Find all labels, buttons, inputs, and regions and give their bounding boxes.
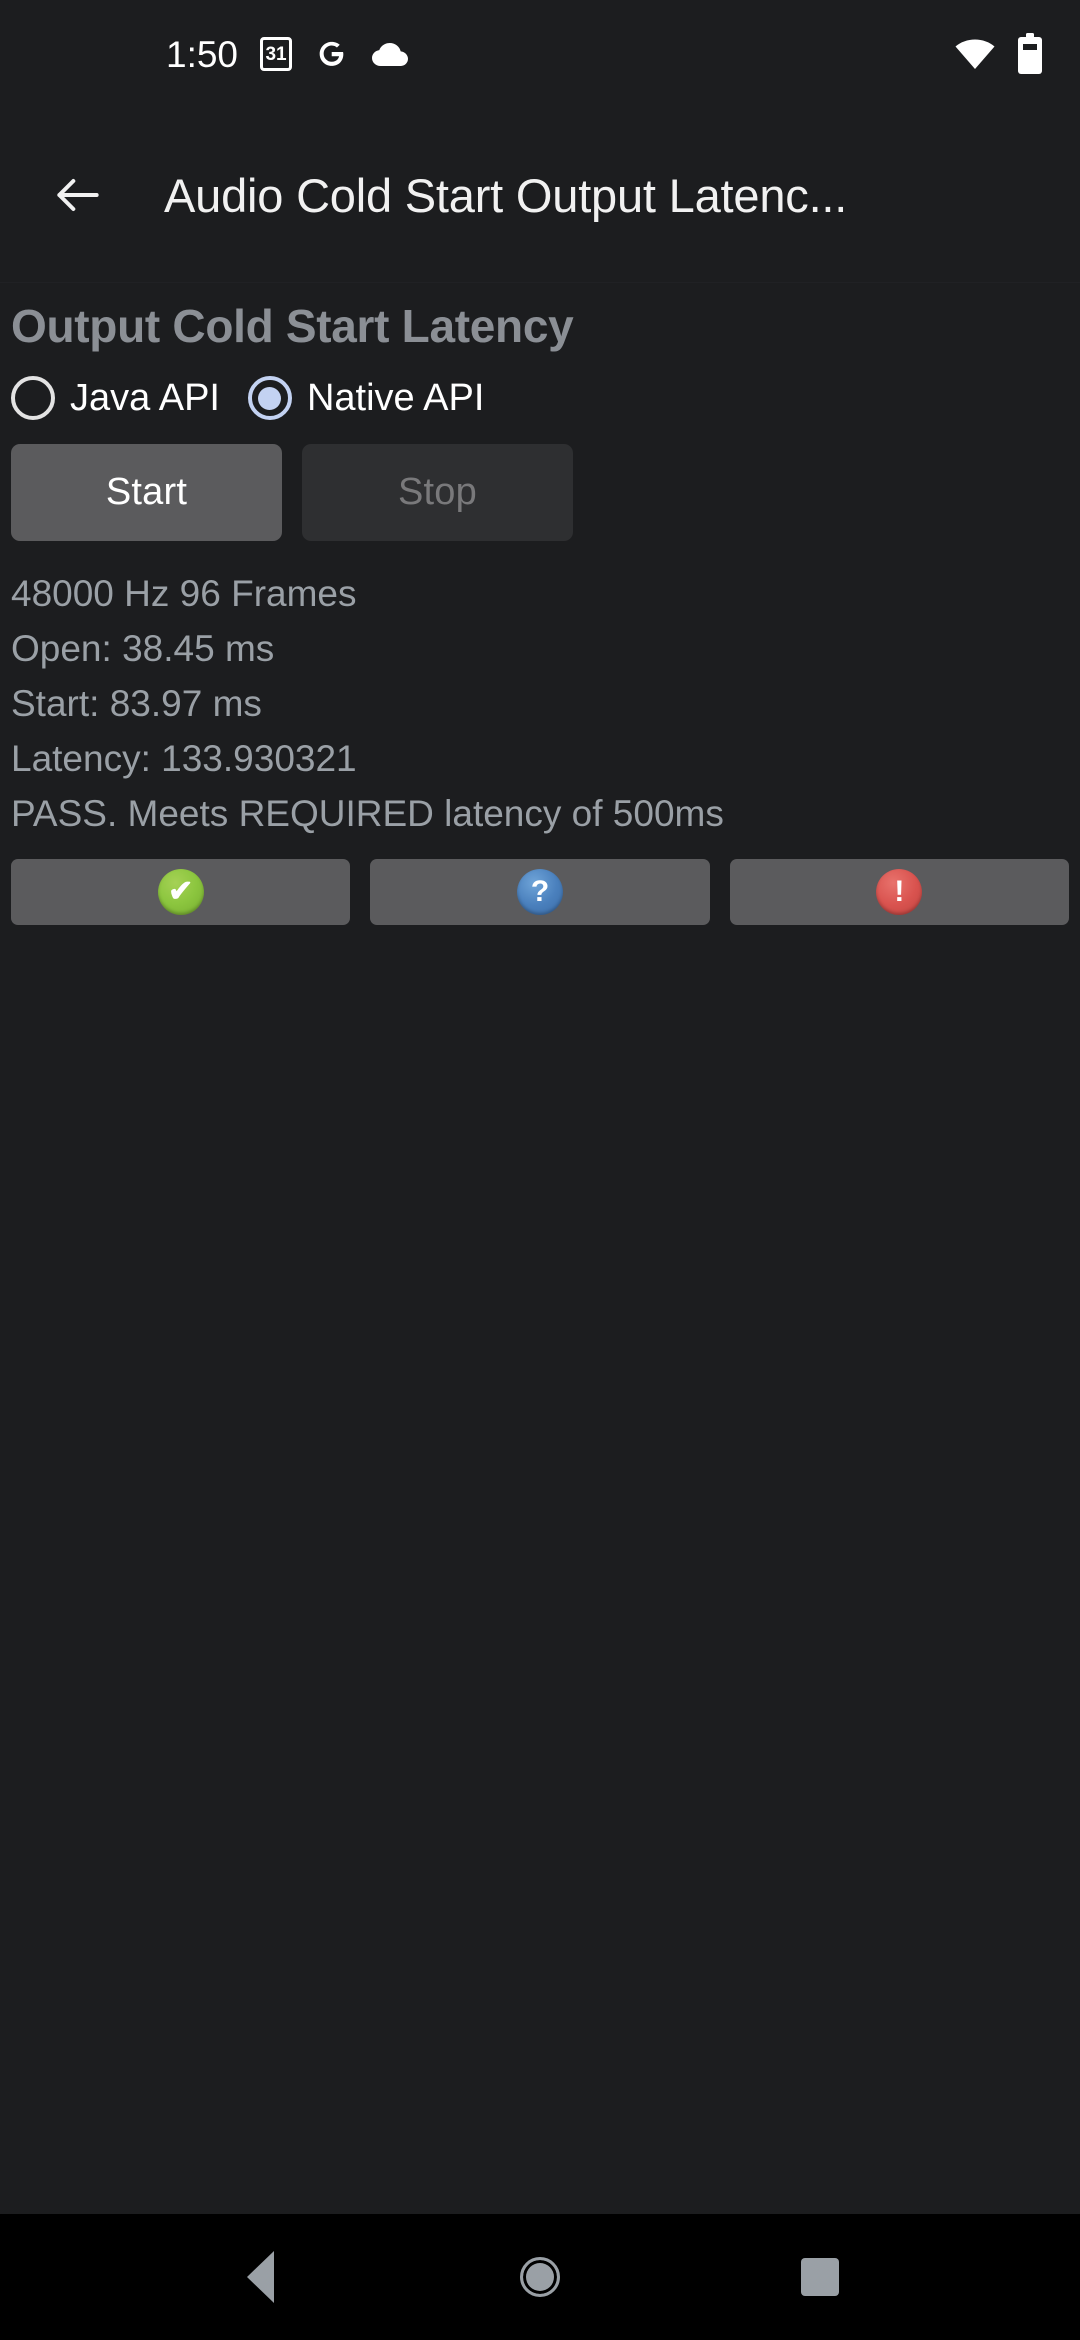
section-heading: Output Cold Start Latency bbox=[11, 300, 574, 352]
radio-option-java-api[interactable]: Java API bbox=[11, 376, 220, 420]
nav-recents-button[interactable] bbox=[760, 2232, 880, 2322]
calendar-31-icon: 31 bbox=[260, 37, 293, 71]
question-circle-icon: ? bbox=[516, 869, 563, 915]
result-line-pass-verdict: PASS. Meets REQUIRED latency of 500ms bbox=[11, 793, 724, 834]
status-bar-clock: 1:50 bbox=[166, 33, 239, 75]
result-line-start-time: Start: 83.97 ms bbox=[11, 683, 262, 724]
radio-option-native-api[interactable]: Native API bbox=[247, 376, 485, 420]
nav-back-button[interactable] bbox=[200, 2232, 320, 2322]
status-button-row: ✔ ? ! bbox=[11, 859, 1069, 925]
radio-dot bbox=[258, 386, 282, 410]
error-circle-icon: ! bbox=[876, 869, 923, 915]
check-circle-icon: ✔ bbox=[157, 869, 204, 915]
api-radio-group: Java API Native API bbox=[11, 376, 1069, 420]
stop-button: Stop bbox=[302, 444, 573, 541]
result-line-open-time: Open: 38.45 ms bbox=[11, 628, 275, 669]
radio-label-java-api: Java API bbox=[70, 376, 220, 419]
status-bar-left: 1:50 31 bbox=[166, 36, 410, 73]
radio-label-native-api: Native API bbox=[306, 376, 485, 419]
start-button[interactable]: Start bbox=[11, 444, 282, 541]
nav-home-circle-icon bbox=[520, 2257, 560, 2297]
phone-screen: 1:50 31 Audio Cold Start Output Latenc..… bbox=[0, 0, 1080, 2340]
main-content: Output Cold Start Latency Java API Nativ… bbox=[0, 283, 1080, 2214]
app-bar: Audio Cold Start Output Latenc... bbox=[0, 108, 1080, 283]
nav-back-triangle-icon bbox=[246, 2251, 274, 2303]
radio-button-unselected-icon[interactable] bbox=[11, 376, 55, 420]
status-bar-right bbox=[954, 33, 1044, 75]
back-arrow-icon[interactable] bbox=[42, 159, 114, 231]
calendar-day-number: 31 bbox=[265, 43, 287, 65]
radio-button-selected-icon[interactable] bbox=[247, 376, 292, 420]
pass-button[interactable]: ✔ bbox=[11, 859, 351, 925]
unsure-button[interactable]: ? bbox=[370, 859, 710, 925]
android-navigation-bar bbox=[0, 2214, 1080, 2340]
battery-icon bbox=[1018, 33, 1042, 74]
status-bar: 1:50 31 bbox=[0, 0, 1080, 108]
transport-button-row: Start Stop bbox=[11, 444, 1069, 541]
nav-recents-square-icon bbox=[801, 2258, 839, 2296]
result-text-block: 48000 Hz 96 Frames Open: 38.45 ms Start:… bbox=[11, 566, 1069, 841]
result-line-latency: Latency: 133.930321 bbox=[11, 738, 357, 779]
fail-button[interactable]: ! bbox=[729, 859, 1069, 925]
back-arrow-glyph bbox=[57, 179, 99, 211]
cloud-icon bbox=[372, 43, 409, 66]
page-title: Audio Cold Start Output Latenc... bbox=[164, 168, 848, 222]
wifi-icon bbox=[955, 39, 995, 69]
google-g-icon bbox=[319, 41, 344, 66]
result-line-sample-rate: 48000 Hz 96 Frames bbox=[11, 573, 357, 614]
nav-home-button[interactable] bbox=[480, 2232, 600, 2322]
